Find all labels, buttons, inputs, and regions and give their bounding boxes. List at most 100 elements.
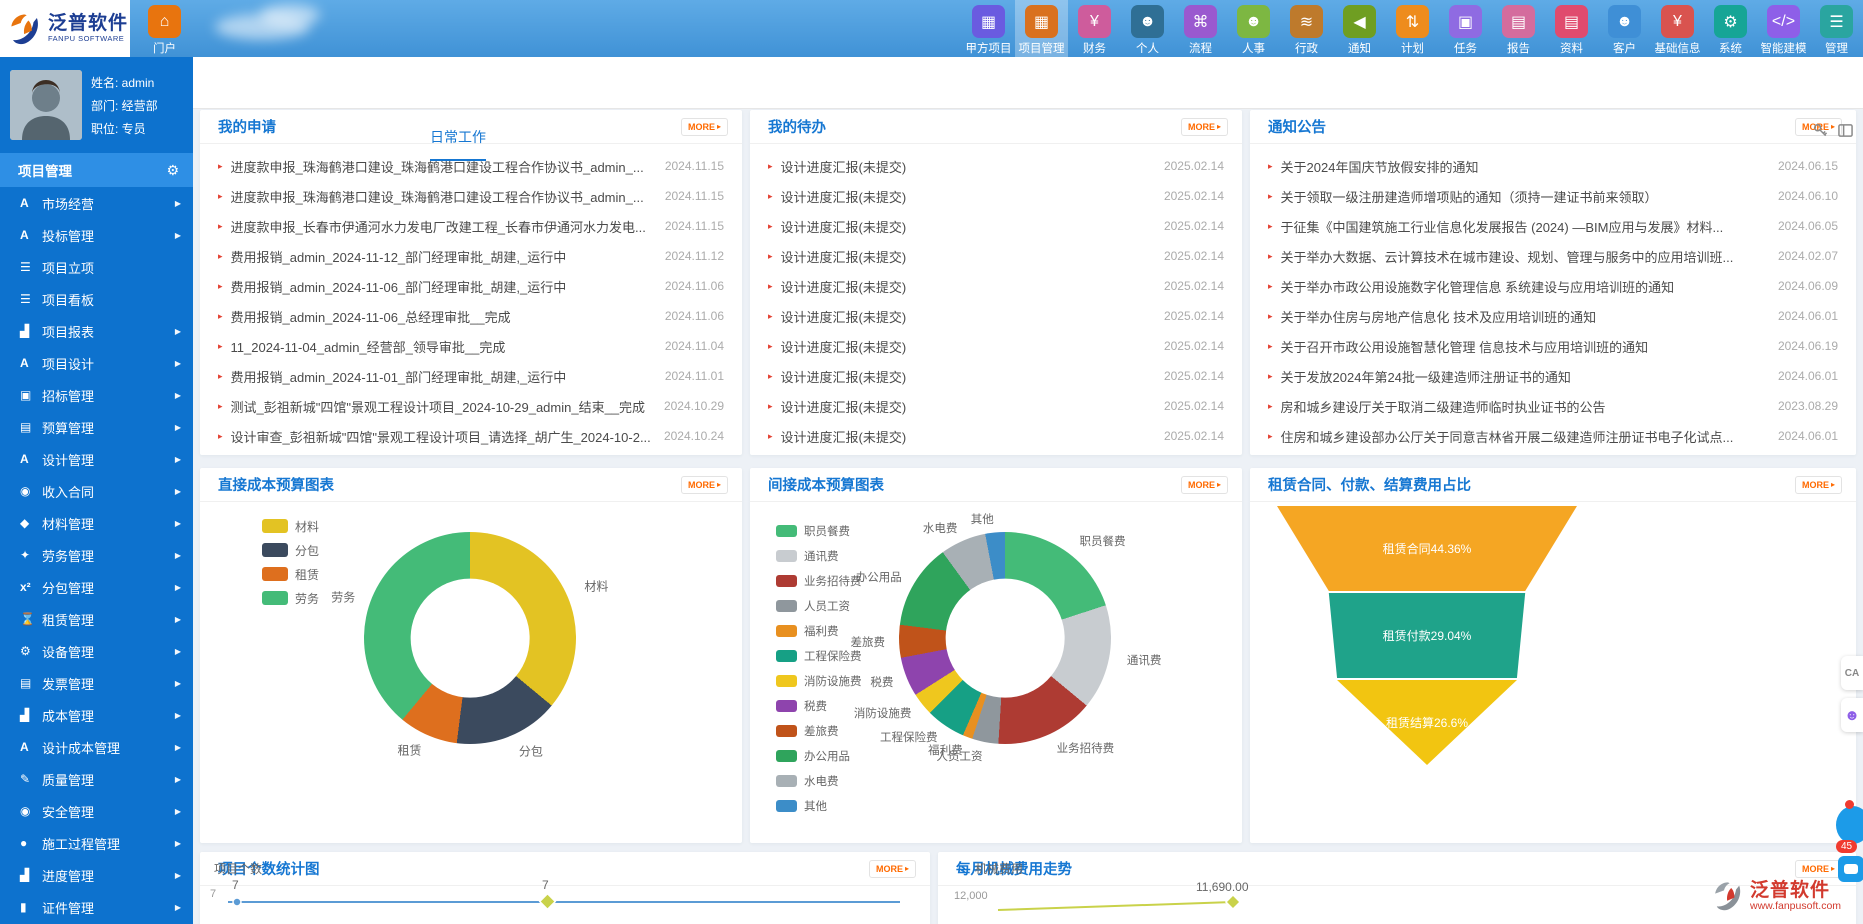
legend-item-劳务[interactable]: 劳务 (262, 586, 319, 610)
legend-item-业务招待费[interactable]: 业务招待费 (776, 568, 862, 593)
sidebar-item-23[interactable]: ▮证件管理▶ (0, 891, 193, 923)
funnel-section-租赁结算[interactable]: 租赁结算26.6% (1277, 680, 1577, 765)
list-item[interactable]: ▸设计进度汇报(未提交)2025.02.14 (768, 241, 1224, 271)
nav-module-8[interactable]: ◀通知 (1333, 0, 1386, 57)
sidebar-item-2[interactable]: A投标管理▶ (0, 219, 193, 251)
nav-module-10[interactable]: ▣任务 (1439, 0, 1492, 57)
sidebar-item-9[interactable]: A设计管理▶ (0, 443, 193, 475)
list-item[interactable]: ▸设计进度汇报(未提交)2025.02.14 (768, 151, 1224, 181)
nav-module-9[interactable]: ⇅计划 (1386, 0, 1439, 57)
sidebar-item-21[interactable]: ●施工过程管理▶ (0, 827, 193, 859)
chat-bubble-icon[interactable] (1838, 856, 1863, 882)
sidebar-item-13[interactable]: x²分包管理▶ (0, 571, 193, 603)
nav-module-11[interactable]: ▤报告 (1492, 0, 1545, 57)
nav-module-1[interactable]: ▦甲方项目 (962, 0, 1015, 57)
list-item[interactable]: ▸设计进度汇报(未提交)2025.02.14 (768, 181, 1224, 211)
project-count-more-button[interactable]: MORE▸ (869, 860, 916, 878)
list-item[interactable]: ▸设计审查_彭祖新城"四馆"景观工程设计项目_请选择_胡广生_2024-10-2… (218, 421, 724, 451)
nav-module-4[interactable]: ☻个人 (1121, 0, 1174, 57)
sidebar-item-18[interactable]: A设计成本管理▶ (0, 731, 193, 763)
rental-funnel-more-button[interactable]: MORE▸ (1795, 476, 1842, 494)
tab-daily-work[interactable]: 日常工作 (430, 127, 486, 161)
sidebar-item-3[interactable]: ☰项目立项 (0, 251, 193, 283)
list-item[interactable]: ▸设计进度汇报(未提交)2025.02.14 (768, 391, 1224, 421)
nav-module-6[interactable]: ☻人事 (1227, 0, 1280, 57)
floating-cad-button[interactable]: CA (1841, 656, 1863, 690)
sidebar-item-16[interactable]: ▤发票管理▶ (0, 667, 193, 699)
legend-item-水电费[interactable]: 水电费 (776, 768, 862, 793)
my-todos-more-button[interactable]: MORE▸ (1181, 118, 1228, 136)
legend-item-材料[interactable]: 材料 (262, 514, 319, 538)
list-item[interactable]: ▸关于举办住房与房地产信息化 技术及应用培训班的通知2024.06.01 (1268, 301, 1838, 331)
nav-module-17[interactable]: ☰管理 (1810, 0, 1863, 57)
list-item[interactable]: ▸费用报销_admin_2024-11-06_部门经理审批_胡建,_运行中202… (218, 271, 724, 301)
nav-module-14[interactable]: ¥基础信息 (1651, 0, 1704, 57)
nav-module-5[interactable]: ⌘流程 (1174, 0, 1227, 57)
legend-item-职员餐费[interactable]: 职员餐费 (776, 518, 862, 543)
list-item[interactable]: ▸设计进度汇报(未提交)2025.02.14 (768, 421, 1224, 451)
list-item[interactable]: ▸设计进度汇报(未提交)2025.02.14 (768, 361, 1224, 391)
list-item[interactable]: ▸费用报销_admin_2024-11-06_总经理审批__完成2024.11.… (218, 301, 724, 331)
legend-item-通讯费[interactable]: 通讯费 (776, 543, 862, 568)
sidebar-item-10[interactable]: ◉收入合同▶ (0, 475, 193, 507)
sidebar-item-1[interactable]: A市场经营▶ (0, 187, 193, 219)
sidebar-item-6[interactable]: A项目设计▶ (0, 347, 193, 379)
legend-item-福利费[interactable]: 福利费 (776, 618, 862, 643)
sidebar-item-11[interactable]: ◆材料管理▶ (0, 507, 193, 539)
sidebar-item-12[interactable]: ✦劳务管理▶ (0, 539, 193, 571)
floating-assistant-button[interactable] (1836, 806, 1863, 844)
sidebar-item-19[interactable]: ✎质量管理▶ (0, 763, 193, 795)
list-item[interactable]: ▸关于发放2024年第24批一级建造师注册证书的通知2024.06.01 (1268, 361, 1838, 391)
sidebar-item-8[interactable]: ▤预算管理▶ (0, 411, 193, 443)
list-item[interactable]: ▸关于领取一级注册建造师增项贴的通知（须持一建证书前来领取）2024.06.10 (1268, 181, 1838, 211)
nav-module-13[interactable]: ☻客户 (1598, 0, 1651, 57)
legend-item-人员工资[interactable]: 人员工资 (776, 593, 862, 618)
floating-service-icon[interactable]: ☻ (1841, 698, 1863, 732)
list-item[interactable]: ▸测试_彭祖新城"四馆"景观工程设计项目_2024-10-29_admin_结束… (218, 391, 724, 421)
nav-module-15[interactable]: ⚙系统 (1704, 0, 1757, 57)
direct-cost-more-button[interactable]: MORE▸ (681, 476, 728, 494)
indirect-cost-more-button[interactable]: MORE▸ (1181, 476, 1228, 494)
sidebar-item-20[interactable]: ◉安全管理▶ (0, 795, 193, 827)
legend-item-工程保险费[interactable]: 工程保险费 (776, 643, 862, 668)
list-item[interactable]: ▸住房和城乡建设部办公厅关于同意吉林省开展二级建造师注册证书电子化试点...20… (1268, 421, 1838, 451)
funnel-section-租赁付款[interactable]: 租赁付款29.04% (1277, 593, 1577, 678)
list-item[interactable]: ▸进度款申报_珠海鹤港口建设_珠海鹤港口建设工程合作协议书_admin_...2… (218, 181, 724, 211)
list-item[interactable]: ▸关于召开市政公用设施智慧化管理 信息技术与应用培训班的通知2024.06.19 (1268, 331, 1838, 361)
list-item[interactable]: ▸进度款申报_长春市伊通河水力发电厂改建工程_长春市伊通河水力发电...2024… (218, 211, 724, 241)
legend-item-租赁[interactable]: 租赁 (262, 562, 319, 586)
legend-item-办公用品[interactable]: 办公用品 (776, 743, 862, 768)
watermark-url[interactable]: www.fanpusoft.com (1750, 900, 1841, 912)
list-item[interactable]: ▸费用报销_admin_2024-11-12_部门经理审批_胡建,_运行中202… (218, 241, 724, 271)
user-avatar[interactable] (10, 70, 82, 140)
key-icon[interactable] (1813, 123, 1828, 138)
sidebar-item-4[interactable]: ☰项目看板 (0, 283, 193, 315)
list-item[interactable]: ▸于征集《中国建筑施工行业信息化发展报告 (2024) —BIM应用与发展》材料… (1268, 211, 1838, 241)
nav-module-16[interactable]: </>智能建模 (1757, 0, 1810, 57)
legend-item-分包[interactable]: 分包 (262, 538, 319, 562)
list-item[interactable]: ▸设计进度汇报(未提交)2025.02.14 (768, 301, 1224, 331)
list-item[interactable]: ▸费用报销_admin_2024-11-01_部门经理审批_胡建,_运行中202… (218, 361, 724, 391)
sidebar-item-17[interactable]: ▟成本管理▶ (0, 699, 193, 731)
list-item[interactable]: ▸设计进度汇报(未提交)2025.02.14 (768, 211, 1224, 241)
list-item[interactable]: ▸关于2024年国庆节放假安排的通知2024.06.15 (1268, 151, 1838, 181)
machine-cost-more-button[interactable]: MORE▸ (1795, 860, 1842, 878)
list-item[interactable]: ▸房和城乡建设厅关于取消二级建造师临时执业证书的公告2023.08.29 (1268, 391, 1838, 421)
nav-portal[interactable]: ⌂ 门户 (138, 0, 191, 57)
list-item[interactable]: ▸11_2024-11-04_admin_经营部_领导审批__完成2024.11… (218, 331, 724, 361)
layout-toggle-icon[interactable] (1838, 123, 1853, 138)
list-item[interactable]: ▸设计进度汇报(未提交)2025.02.14 (768, 271, 1224, 301)
legend-item-其他[interactable]: 其他 (776, 793, 862, 818)
nav-module-2[interactable]: ▦项目管理 (1015, 0, 1068, 57)
list-item[interactable]: ▸关于举办大数据、云计算技术在城市建设、规划、管理与服务中的应用培训班...20… (1268, 241, 1838, 271)
sidebar-item-7[interactable]: ▣招标管理▶ (0, 379, 193, 411)
gear-icon[interactable]: ⚙ (166, 162, 179, 179)
list-item[interactable]: ▸设计进度汇报(未提交)2025.02.14 (768, 331, 1224, 361)
nav-module-3[interactable]: ¥财务 (1068, 0, 1121, 57)
nav-module-7[interactable]: ≋行政 (1280, 0, 1333, 57)
legend-item-税费[interactable]: 税费 (776, 693, 862, 718)
legend-item-差旅费[interactable]: 差旅费 (776, 718, 862, 743)
nav-module-12[interactable]: ▤资料 (1545, 0, 1598, 57)
list-item[interactable]: ▸关于举办市政公用设施数字化管理信息 系统建设与应用培训班的通知2024.06.… (1268, 271, 1838, 301)
sidebar-item-22[interactable]: ▟进度管理▶ (0, 859, 193, 891)
